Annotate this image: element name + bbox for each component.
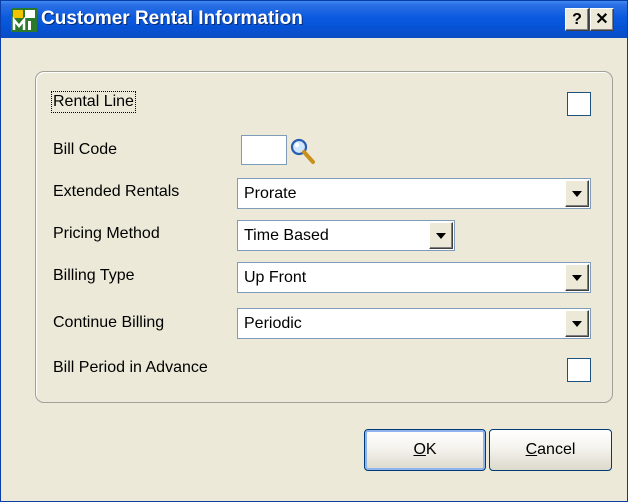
pricing-method-select[interactable]: Time Based: [237, 220, 455, 251]
dropdown-arrow-icon[interactable]: [429, 222, 453, 249]
cancel-button[interactable]: Cancel: [489, 429, 612, 471]
dropdown-arrow-icon[interactable]: [565, 180, 589, 207]
window-title: Customer Rental Information: [41, 8, 303, 29]
ok-button[interactable]: OK: [364, 429, 486, 471]
cancel-label: ancel: [537, 441, 576, 458]
bill-period-in-advance-checkbox[interactable]: [567, 358, 591, 382]
cancel-mnemonic: C: [525, 441, 538, 458]
continue-billing-select[interactable]: Periodic: [237, 308, 591, 339]
magnifier-icon[interactable]: [289, 137, 317, 167]
billing-type-select[interactable]: Up Front: [237, 262, 591, 293]
ok-mnemonic: O: [413, 441, 426, 458]
customer-rental-information-dialog: Customer Rental Information ? ✕ Rental L…: [0, 0, 628, 502]
dropdown-arrow-icon[interactable]: [565, 264, 589, 291]
pricing-method-value: Time Based: [244, 227, 329, 244]
rental-line-label: Rental Line: [51, 91, 136, 113]
rental-line-checkbox[interactable]: [567, 92, 591, 116]
help-button[interactable]: ?: [565, 8, 589, 31]
billing-type-value: Up Front: [244, 269, 307, 286]
billing-type-label: Billing Type: [53, 267, 135, 284]
extended-rentals-label: Extended Rentals: [53, 183, 180, 200]
title-bar: Customer Rental Information ? ✕: [1, 1, 627, 38]
extended-rentals-value: Prorate: [244, 185, 297, 202]
dropdown-arrow-icon[interactable]: [565, 310, 589, 337]
bill-code-label: Bill Code: [53, 141, 118, 158]
bill-period-in-advance-label: Bill Period in Advance: [53, 359, 208, 376]
ok-label: K: [425, 441, 437, 458]
bill-code-input[interactable]: [241, 135, 287, 165]
app-icon: [11, 8, 37, 32]
pricing-method-label: Pricing Method: [53, 225, 160, 242]
continue-billing-label: Continue Billing: [53, 314, 165, 331]
extended-rentals-select[interactable]: Prorate: [237, 178, 591, 209]
close-button[interactable]: ✕: [590, 8, 614, 31]
continue-billing-value: Periodic: [244, 315, 302, 332]
